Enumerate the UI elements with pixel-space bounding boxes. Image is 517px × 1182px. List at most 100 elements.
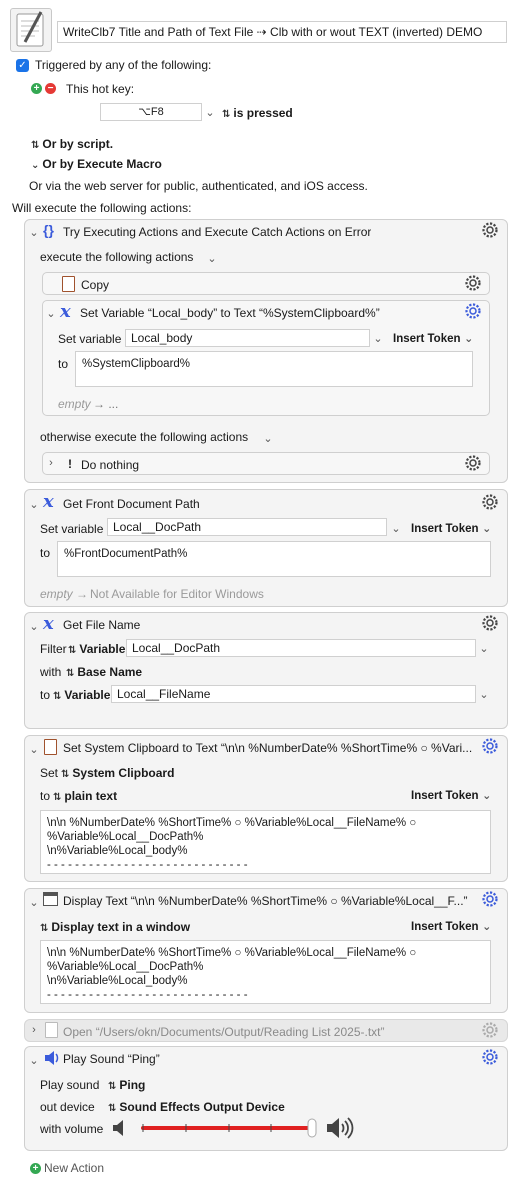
gear-icon[interactable] xyxy=(482,1049,498,1065)
do-nothing-title: Do nothing xyxy=(81,458,140,472)
file-name-title: Get File Name xyxy=(63,618,141,632)
to-label: to xyxy=(40,688,51,702)
collapse-chevron-icon[interactable]: ⌄ xyxy=(29,226,39,239)
sound-popup[interactable]: ⇅ Ping xyxy=(108,1078,145,1092)
remove-trigger-icon[interactable]: − xyxy=(45,83,56,94)
filter-label: Filter xyxy=(40,642,67,656)
variable-name-input[interactable]: Local__DocPath xyxy=(107,518,387,536)
clipboard-text-textarea[interactable]: \n\n %NumberDate% %ShortTime% ○ %Variabl… xyxy=(40,810,491,874)
try-action-title: Try Executing Actions and Execute Catch … xyxy=(63,225,372,239)
gear-icon[interactable] xyxy=(482,891,498,907)
copy-action-title: Copy xyxy=(81,278,110,292)
open-action-title: Open “/Users/okn/Documents/Output/Readin… xyxy=(63,1025,385,1039)
plain-text-popup[interactable]: ⇅ plain text xyxy=(53,789,117,803)
display-mode-popup[interactable]: ⇅ Display text in a window xyxy=(40,920,190,934)
variable-value-textarea[interactable]: %SystemClipboard% xyxy=(75,351,473,387)
chevron-down-icon[interactable]: ⌄ xyxy=(263,432,273,445)
hotkey-chevron-down-icon[interactable]: ⌄ xyxy=(205,106,215,119)
volume-slider[interactable] xyxy=(141,1116,319,1140)
updown-icon: ⇅ xyxy=(53,691,62,702)
trigger-enabled-checkbox[interactable]: ✓ xyxy=(16,59,29,72)
otherwise-label: otherwise execute the following actions xyxy=(40,430,249,444)
updown-icon: ⇅ xyxy=(31,140,40,151)
destination-popup[interactable]: ⇅ Variable xyxy=(53,688,110,702)
expand-chevron-icon[interactable]: › xyxy=(29,1024,39,1036)
base-name-popup[interactable]: ⇅ Base Name xyxy=(66,665,142,679)
insert-token-button[interactable]: Insert Token ⌄ xyxy=(411,789,492,802)
new-action-button[interactable]: New Action xyxy=(44,1161,104,1175)
updown-icon: ⇅ xyxy=(68,645,77,656)
collapse-chevron-icon[interactable]: ⌄ xyxy=(29,498,39,511)
chevron-down-icon: ⌄ xyxy=(482,790,492,802)
braces-icon: {} xyxy=(43,222,54,238)
set-variable-label: Set variable xyxy=(58,332,122,346)
updown-icon: ⇅ xyxy=(40,923,49,934)
filter-variable-input[interactable]: Local__DocPath xyxy=(126,639,476,657)
set-variable-label: Set variable xyxy=(40,522,104,536)
updown-icon: ⇅ xyxy=(108,1081,117,1092)
insert-token-button[interactable]: Insert Token ⌄ xyxy=(393,332,474,345)
insert-token-button[interactable]: Insert Token ⌄ xyxy=(411,920,492,933)
window-icon xyxy=(43,892,58,906)
hotkey-field[interactable]: ⌥F8 xyxy=(100,103,202,121)
empty-label: empty xyxy=(40,587,73,601)
triggers-header: Triggered by any of the following: xyxy=(35,58,212,72)
updown-icon: ⇅ xyxy=(108,1103,117,1114)
chevron-down-icon: ⌄ xyxy=(482,523,492,535)
collapse-chevron-icon[interactable]: ⌄ xyxy=(29,896,39,909)
chevron-down-icon[interactable]: ⌄ xyxy=(479,642,489,655)
set-variable-title: Set Variable “Local_body” to Text “%Syst… xyxy=(80,306,380,320)
set-clipboard-title: Set System Clipboard to Text “\n\n %Numb… xyxy=(63,741,473,755)
gear-icon[interactable] xyxy=(482,738,498,754)
variable-chevron-down-icon[interactable]: ⌄ xyxy=(373,332,383,345)
gear-icon[interactable] xyxy=(482,494,498,510)
hotkey-condition-popup[interactable]: ⇅ is pressed xyxy=(222,106,293,120)
volume-label: with volume xyxy=(40,1122,104,1136)
volume-low-icon xyxy=(112,1119,126,1140)
variable-x-icon: x xyxy=(43,613,54,634)
variable-name-input[interactable]: Local_body xyxy=(125,329,370,347)
clipboard-target-popup[interactable]: ⇅ System Clipboard xyxy=(61,766,174,780)
add-trigger-icon[interactable]: + xyxy=(31,83,42,94)
or-by-script-popup[interactable]: ⇅ Or by script. xyxy=(31,137,113,151)
or-by-execute-macro-popup[interactable]: ⌄ Or by Execute Macro xyxy=(31,157,162,171)
gear-icon[interactable] xyxy=(465,455,481,471)
speaker-icon xyxy=(43,1050,61,1069)
chevron-down-icon: ⌄ xyxy=(464,333,474,345)
empty-arrow: → ... xyxy=(93,397,119,411)
chevron-down-icon[interactable]: ⌄ xyxy=(207,252,217,265)
insert-token-button[interactable]: Insert Token ⌄ xyxy=(411,522,492,535)
variable-x-icon: x xyxy=(60,301,71,322)
execute-following-label: execute the following actions xyxy=(40,250,194,264)
expand-chevron-icon[interactable]: › xyxy=(46,457,56,469)
with-label: with xyxy=(40,665,62,679)
collapse-chevron-icon[interactable]: ⌄ xyxy=(46,307,56,320)
gear-icon[interactable] xyxy=(482,615,498,631)
play-sound-label: Play sound xyxy=(40,1078,100,1092)
chevron-down-icon[interactable]: ⌄ xyxy=(479,688,489,701)
destination-variable-input[interactable]: Local__FileName xyxy=(111,685,476,703)
value-textarea[interactable]: %FrontDocumentPath% xyxy=(57,541,491,577)
updown-icon: ⇅ xyxy=(53,792,62,803)
filter-source-popup[interactable]: ⇅ Variable xyxy=(68,642,125,656)
clipboard-icon xyxy=(62,276,75,292)
gear-icon[interactable] xyxy=(465,303,481,319)
collapse-chevron-icon[interactable]: ⌄ xyxy=(29,1054,39,1067)
device-popup[interactable]: ⇅ Sound Effects Output Device xyxy=(108,1100,285,1114)
add-action-icon[interactable]: + xyxy=(30,1163,41,1174)
chevron-down-icon: ⌄ xyxy=(31,160,40,171)
collapse-chevron-icon[interactable]: ⌄ xyxy=(29,620,39,633)
out-device-label: out device xyxy=(40,1100,95,1114)
gear-icon[interactable] xyxy=(482,1022,498,1038)
gear-icon[interactable] xyxy=(482,222,498,238)
collapse-chevron-icon[interactable]: ⌄ xyxy=(29,743,39,756)
to-label: to xyxy=(58,357,69,371)
variable-x-icon: x xyxy=(43,491,54,512)
empty-note: Not Available for Editor Windows xyxy=(90,587,264,601)
clipboard-icon xyxy=(44,739,57,755)
macro-name-field[interactable]: WriteClb7 Title and Path of Text File ⇢ … xyxy=(57,21,507,43)
copy-action[interactable] xyxy=(42,272,490,295)
gear-icon[interactable] xyxy=(465,275,481,291)
variable-chevron-down-icon[interactable]: ⌄ xyxy=(391,522,401,535)
display-text-textarea[interactable]: \n\n %NumberDate% %ShortTime% ○ %Variabl… xyxy=(40,940,491,1004)
